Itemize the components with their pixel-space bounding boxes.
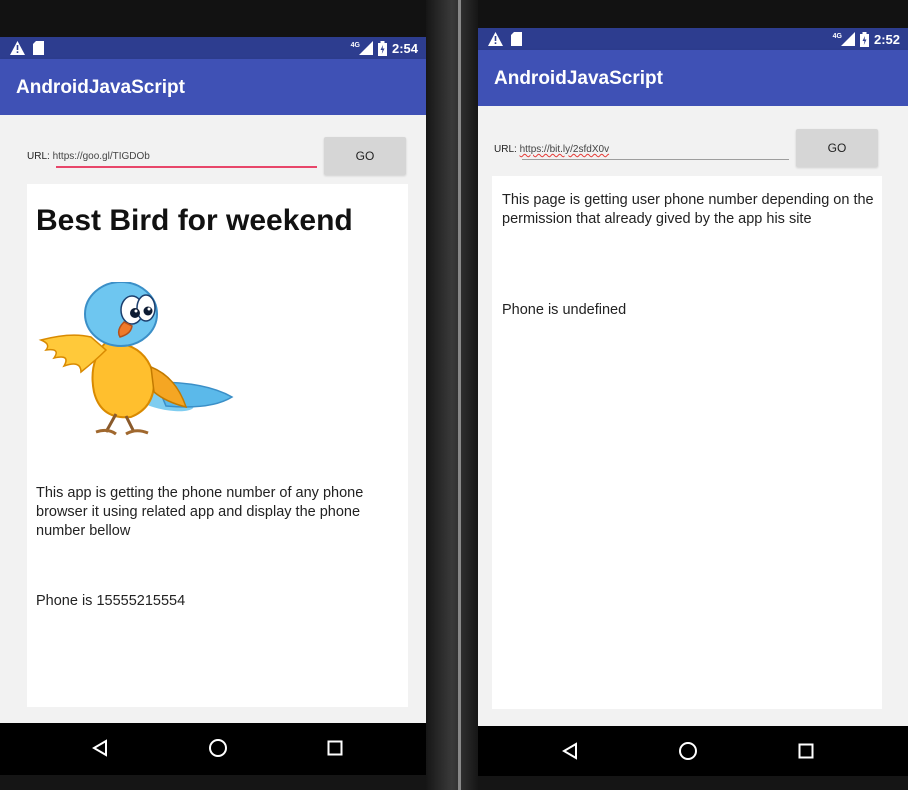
phone-bezel (478, 0, 908, 28)
warning-icon (488, 32, 503, 46)
app-bar: AndroidJavaScript (0, 59, 426, 115)
phone-number-text: Phone is 15555215554 (36, 593, 186, 609)
bird-image (38, 282, 234, 436)
battery-icon (377, 40, 387, 56)
phone-bezel (0, 0, 426, 37)
url-value: https://goo.gl/TIGDOb (52, 151, 150, 162)
nav-home-button[interactable] (658, 726, 718, 776)
go-button[interactable]: GO (796, 129, 878, 167)
go-button[interactable]: GO (324, 137, 406, 175)
url-value: https://bit.ly/2sfdX0v (519, 144, 610, 155)
nav-recents-button[interactable] (305, 723, 365, 773)
signal-icon (840, 32, 855, 46)
status-indicators: 4G 2:54 (351, 38, 418, 58)
status-bar: 4G 2:54 (0, 37, 426, 59)
left-phone: 4G 2:54 AndroidJavaScript URL: https://g… (0, 0, 426, 790)
status-bar: 4G 2:52 (478, 28, 908, 50)
app-content: URL: https://goo.gl/TIGDOb GO Best Bird … (0, 115, 426, 723)
status-indicators: 4G 2:52 (833, 29, 900, 49)
device-divider (458, 0, 461, 790)
page-heading: Best Bird for weekend (36, 204, 353, 237)
warning-icon (10, 41, 25, 55)
right-phone: 4G 2:52 AndroidJavaScript URL: https://b… (478, 0, 908, 790)
app-bar: AndroidJavaScript (478, 50, 908, 106)
back-icon (562, 742, 577, 760)
phone-number-text: Phone is undefined (502, 302, 627, 318)
url-label: URL: (494, 144, 517, 155)
recents-icon (798, 743, 814, 759)
page-paragraph: This page is getting user phone number d… (502, 192, 874, 227)
webview: Best Bird for weekend This app is gettin… (27, 184, 408, 707)
navigation-bar (0, 723, 426, 775)
back-icon (92, 739, 107, 757)
page-paragraph: This app is getting the phone number of … (36, 485, 364, 539)
clock: 2:54 (391, 40, 418, 56)
navigation-bar (478, 726, 908, 776)
nav-back-button[interactable] (540, 726, 600, 776)
status-notifications (488, 31, 522, 47)
device-gap (426, 0, 478, 790)
webview: This page is getting user phone number d… (492, 176, 882, 709)
recents-icon (327, 740, 343, 756)
nav-recents-button[interactable] (776, 726, 836, 776)
url-input-underline (56, 166, 317, 168)
url-input-underline (522, 159, 789, 160)
status-notifications (10, 40, 44, 56)
home-icon (209, 739, 227, 757)
url-field[interactable]: URL: https://bit.ly/2sfdX0v (494, 144, 609, 155)
home-icon (679, 742, 697, 760)
app-title: AndroidJavaScript (494, 68, 663, 89)
url-label: URL: (27, 151, 50, 162)
app-title: AndroidJavaScript (16, 77, 185, 98)
signal-icon (358, 41, 373, 55)
sd-card-icon (33, 41, 44, 55)
nav-back-button[interactable] (70, 723, 130, 773)
url-field[interactable]: URL: https://goo.gl/TIGDOb (27, 151, 150, 162)
battery-icon (859, 31, 869, 47)
nav-home-button[interactable] (188, 723, 248, 773)
clock: 2:52 (873, 31, 900, 47)
sd-card-icon (511, 32, 522, 46)
app-content: URL: https://bit.ly/2sfdX0v GO This page… (478, 106, 908, 726)
